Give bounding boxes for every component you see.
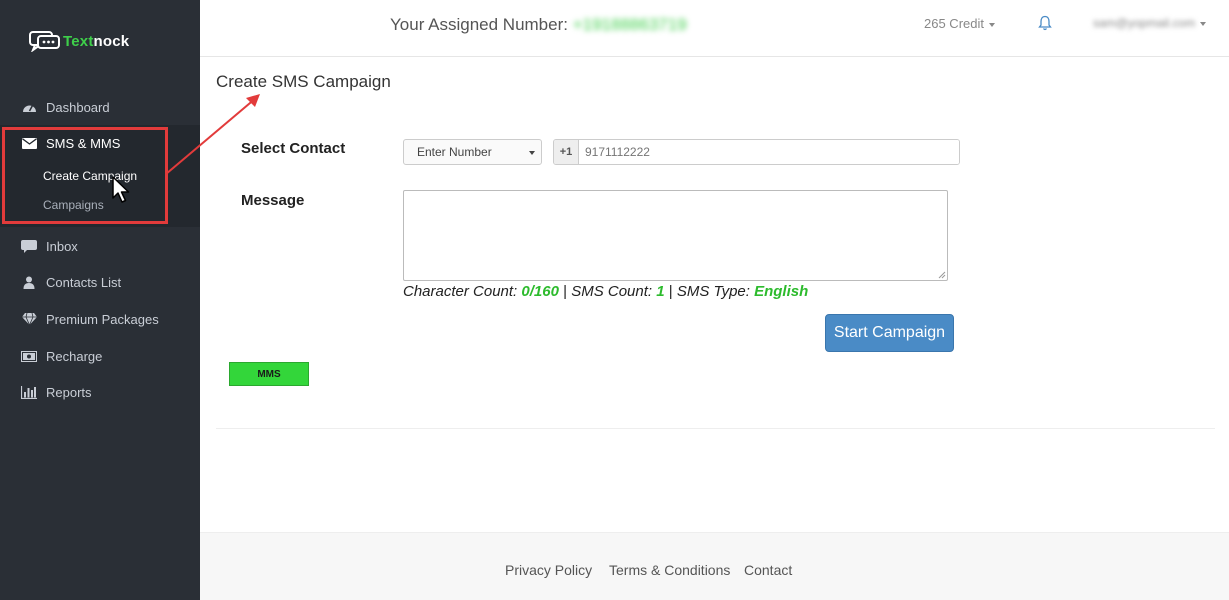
sidebar-item-label: Premium Packages [46, 311, 159, 327]
sidebar-item-label: Dashboard [46, 99, 110, 115]
sidebar-item-inbox[interactable]: Inbox [0, 234, 200, 258]
chat-icon [20, 239, 38, 253]
sidebar-item-label: Reports [46, 384, 92, 400]
credit-dropdown[interactable]: 265 Credit [924, 16, 995, 31]
sidebar-item-reports[interactable]: Reports [0, 380, 200, 404]
top-bar: Your Assigned Number: +19188863719 265 C… [200, 0, 1229, 57]
assigned-number-value: +19188863719 [572, 15, 687, 34]
message-textarea[interactable] [403, 190, 948, 281]
sidebar-item-label: Inbox [46, 238, 78, 254]
contact-type-select[interactable]: Enter Number [403, 139, 542, 165]
content-divider [216, 428, 1215, 429]
user-icon [20, 275, 38, 289]
footer: Privacy Policy Terms & Conditions Contac… [200, 532, 1229, 600]
resize-grip-icon[interactable] [937, 270, 946, 279]
assigned-number-display: Your Assigned Number: +19188863719 [390, 15, 687, 35]
phone-number-input[interactable] [579, 140, 959, 164]
annotation-arrow-icon [165, 94, 260, 175]
caret-down-icon [1200, 21, 1207, 26]
page-title: Create SMS Campaign [216, 72, 391, 91]
start-campaign-button[interactable]: Start Campaign [825, 314, 954, 352]
privacy-policy-link[interactable]: Privacy Policy [505, 562, 592, 578]
credit-label: 265 Credit [924, 16, 984, 31]
sidebar-item-premium-packages[interactable]: Premium Packages [0, 307, 200, 331]
assigned-number-label: Your Assigned Number: [390, 15, 568, 34]
highlight-annotation-box [2, 127, 168, 224]
chat-bubbles-logo-icon [29, 31, 60, 52]
user-email: sam@yopmail.com [1093, 16, 1196, 30]
sidebar-item-contacts-list[interactable]: Contacts List [0, 270, 200, 294]
bar-chart-icon [20, 385, 38, 399]
message-counts: Character Count: 0/160 | SMS Count: 1 | … [403, 283, 809, 300]
dashboard-icon [20, 100, 38, 114]
character-count-value: 0/160 [521, 283, 559, 300]
brand-name: Textnock [63, 32, 130, 50]
contact-link[interactable]: Contact [744, 562, 792, 578]
sms-count-value: 1 [656, 283, 665, 300]
message-label: Message [241, 192, 305, 209]
diamond-icon [20, 312, 38, 326]
contact-type-selected-value: Enter Number [417, 145, 492, 159]
chevron-down-icon [529, 151, 535, 155]
brand-logo[interactable]: Textnock [29, 30, 129, 52]
bell-icon[interactable] [1038, 15, 1052, 31]
user-menu-dropdown[interactable]: sam@yopmail.com [1093, 16, 1207, 30]
sidebar-item-label: Recharge [46, 348, 103, 364]
sms-type-value: English [754, 283, 809, 300]
sidebar-item-recharge[interactable]: Recharge [0, 344, 200, 368]
country-code-prefix: +1 [554, 140, 579, 164]
mms-button[interactable]: MMS [229, 362, 309, 386]
phone-input-group: +1 [553, 139, 960, 165]
sidebar-item-label: Contacts List [46, 274, 122, 290]
terms-conditions-link[interactable]: Terms & Conditions [609, 562, 730, 578]
mouse-pointer-icon [112, 176, 130, 203]
money-icon [20, 349, 38, 363]
caret-down-icon [988, 22, 995, 27]
